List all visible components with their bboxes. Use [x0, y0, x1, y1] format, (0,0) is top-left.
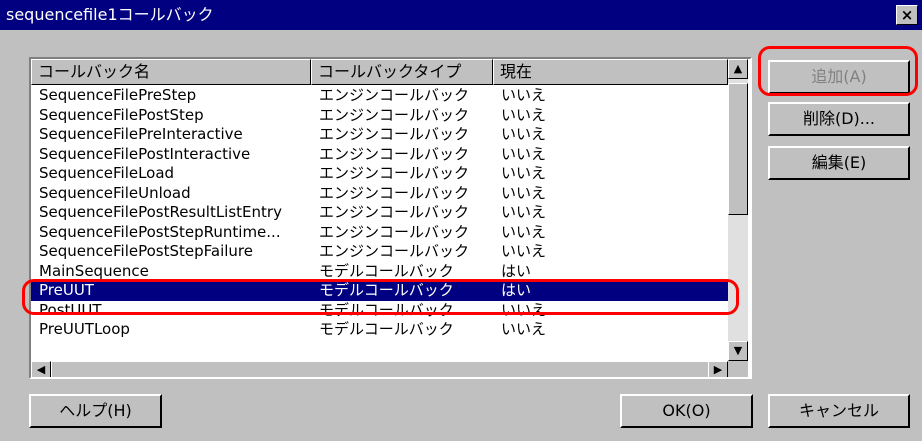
callback-type-cell: エンジンコールバック	[319, 242, 470, 260]
horizontal-scrollbar[interactable]: ◀ ▶	[31, 361, 728, 377]
arrow-left-icon: ◀	[36, 363, 46, 376]
edit-button[interactable]: 編集(E)	[768, 146, 910, 180]
current-cell: いいえ	[501, 86, 547, 104]
callback-type-cell: エンジンコールバック	[319, 144, 470, 163]
callback-type-cell: モデルコールバック	[319, 320, 454, 338]
callback-name-cell: MainSequence	[39, 261, 149, 280]
current-cell: いいえ	[501, 125, 547, 143]
vertical-scrollbar[interactable]: ▲ ▼	[728, 59, 748, 361]
callback-name-cell: SequenceFilePostResultListEntry	[39, 203, 282, 221]
list-item[interactable]: SequenceFilePostInteractive エンジンコールバック いいえ	[31, 145, 728, 165]
current-cell: いいえ	[501, 144, 547, 163]
callback-type-cell: エンジンコールバック	[319, 203, 470, 221]
callback-type-cell: エンジンコールバック	[319, 105, 470, 124]
current-cell: いいえ	[501, 164, 547, 182]
column-header-callback-type[interactable]: コールバックタイプ	[311, 59, 493, 85]
close-button[interactable]: ×	[896, 5, 918, 25]
ok-button[interactable]: OK(O)	[620, 394, 753, 428]
callback-name-cell: PostUUT	[39, 300, 102, 319]
callback-list[interactable]: コールバック名 コールバックタイプ 現在 SequenceFilePreStep…	[29, 57, 752, 379]
list-item[interactable]: PreUUT モデルコールバック はい	[31, 281, 728, 301]
callback-type-cell: エンジンコールバック	[319, 183, 470, 202]
callback-type-cell: エンジンコールバック	[319, 86, 470, 104]
arrow-down-icon: ▼	[733, 344, 743, 357]
list-item[interactable]: PostUUT モデルコールバック いいえ	[31, 301, 728, 321]
current-cell: いいえ	[501, 300, 547, 319]
delete-button[interactable]: 削除(D)...	[768, 102, 910, 136]
callback-type-cell: モデルコールバック	[319, 300, 454, 319]
title-bar: sequencefile1コールバック ×	[0, 0, 922, 30]
current-cell: いいえ	[501, 203, 547, 221]
list-item[interactable]: SequenceFileLoad エンジンコールバック いいえ	[31, 164, 728, 184]
list-rows: SequenceFilePreStep エンジンコールバック いいえ Sequence…	[31, 86, 728, 340]
vertical-scroll-thumb[interactable]	[728, 83, 748, 215]
list-item[interactable]: SequenceFilePostStep エンジンコールバック いいえ	[31, 106, 728, 126]
callback-type-cell: モデルコールバック	[319, 281, 454, 299]
callback-name-cell: SequenceFilePostInteractive	[39, 144, 251, 163]
callback-name-cell: SequenceFileUnload	[39, 183, 191, 202]
list-item[interactable]: PreUUTLoop モデルコールバック いいえ	[31, 320, 728, 340]
window-title: sequencefile1コールバック	[6, 5, 214, 24]
current-cell: いいえ	[501, 320, 547, 338]
list-item[interactable]: SequenceFilePostResultListEntry エンジンコールバッ…	[31, 203, 728, 223]
list-item[interactable]: SequenceFilePreInteractive エンジンコールバック いいえ	[31, 125, 728, 145]
cancel-button[interactable]: キャンセル	[768, 394, 910, 428]
callback-name-cell: SequenceFilePreStep	[39, 86, 197, 104]
list-header: コールバック名 コールバックタイプ 現在	[31, 59, 728, 85]
callback-type-cell: モデルコールバック	[319, 261, 454, 280]
callback-type-cell: エンジンコールバック	[319, 164, 470, 182]
callback-name-cell: SequenceFilePostStepRuntime...	[39, 222, 281, 241]
help-button[interactable]: ヘルプ(H)	[29, 394, 162, 428]
list-item[interactable]: SequenceFilePostStepRuntime... エンジンコールバック…	[31, 223, 728, 243]
list-item[interactable]: MainSequence モデルコールバック はい	[31, 262, 728, 282]
current-cell: いいえ	[501, 242, 547, 260]
scrollbar-corner	[728, 361, 748, 377]
current-cell: いいえ	[501, 105, 547, 124]
current-cell: いいえ	[501, 222, 547, 241]
horizontal-scroll-thumb[interactable]	[51, 361, 714, 377]
current-cell: はい	[501, 281, 532, 299]
column-header-current[interactable]: 現在	[493, 59, 728, 85]
callback-name-cell: SequenceFilePostStep	[39, 105, 204, 124]
callback-name-cell: PreUUTLoop	[39, 320, 130, 338]
callback-type-cell: エンジンコールバック	[319, 125, 470, 143]
callback-type-cell: エンジンコールバック	[319, 222, 470, 241]
callback-name-cell: PreUUT	[39, 281, 94, 299]
scroll-right-button[interactable]: ▶	[708, 361, 728, 377]
scroll-up-button[interactable]: ▲	[728, 59, 748, 79]
current-cell: いいえ	[501, 183, 547, 202]
callback-name-cell: SequenceFilePreInteractive	[39, 125, 243, 143]
current-cell: はい	[501, 261, 532, 280]
scroll-down-button[interactable]: ▼	[728, 341, 748, 361]
add-button[interactable]: 追加(A)	[768, 60, 910, 94]
list-item[interactable]: SequenceFilePostStepFailure エンジンコールバック いいえ	[31, 242, 728, 262]
scroll-left-button[interactable]: ◀	[31, 361, 51, 377]
callback-name-cell: SequenceFilePostStepFailure	[39, 242, 253, 260]
arrow-right-icon: ▶	[713, 363, 723, 376]
arrow-up-icon: ▲	[733, 62, 743, 75]
close-icon: ×	[900, 6, 914, 24]
list-item[interactable]: SequenceFilePreStep エンジンコールバック いいえ	[31, 86, 728, 106]
column-header-callback-name[interactable]: コールバック名	[31, 59, 311, 85]
callback-name-cell: SequenceFileLoad	[39, 164, 175, 182]
list-item[interactable]: SequenceFileUnload エンジンコールバック いいえ	[31, 184, 728, 204]
